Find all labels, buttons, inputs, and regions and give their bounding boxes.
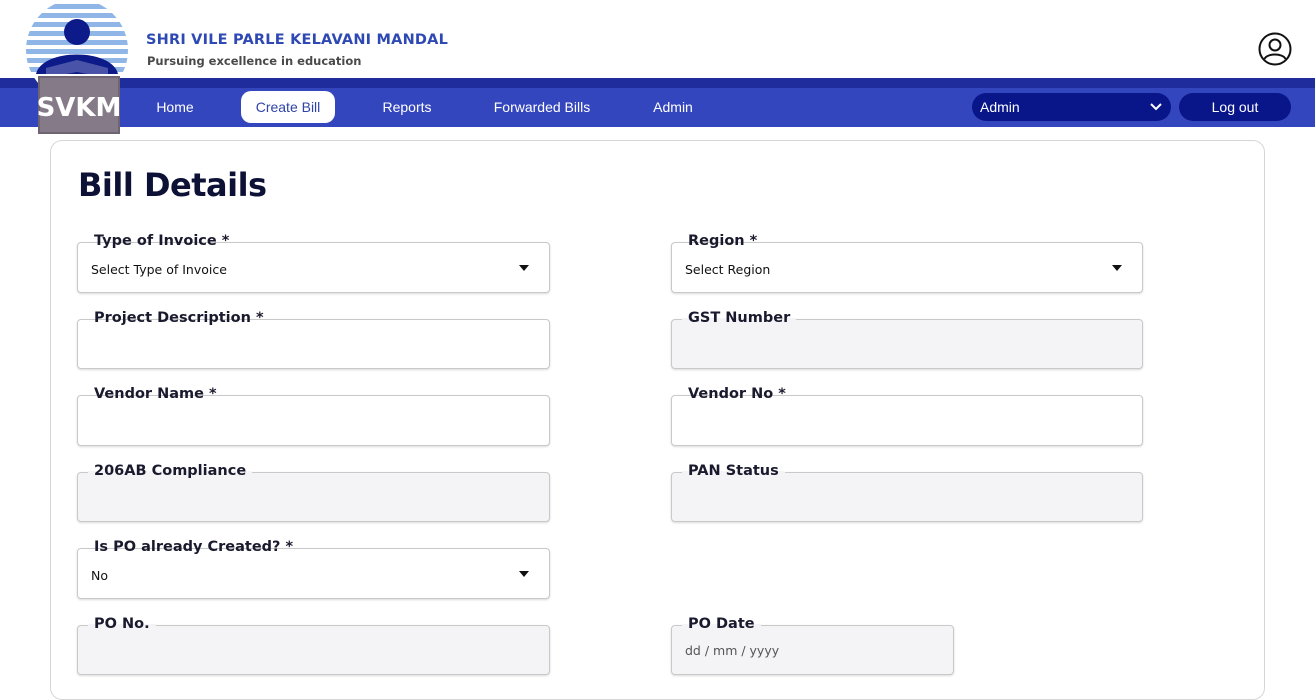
caret-down-icon bbox=[519, 571, 529, 577]
vendor-no-input[interactable]: Vendor No * bbox=[671, 386, 1143, 446]
project-description-input[interactable]: Project Description * bbox=[77, 310, 550, 369]
caret-down-icon bbox=[1112, 265, 1122, 271]
page-title: Bill Details bbox=[78, 166, 267, 204]
type-of-invoice-value: Select Type of Invoice bbox=[91, 262, 227, 277]
org-title: SHRI VILE PARLE KELAVANI MANDAL bbox=[146, 32, 449, 48]
region-value: Select Region bbox=[685, 262, 771, 277]
role-select-value: Admin bbox=[980, 99, 1020, 115]
po-no-label: PO No. bbox=[88, 616, 156, 632]
vendor-name-label: Vendor Name * bbox=[88, 386, 223, 402]
type-of-invoice-select[interactable]: Type of Invoice * Select Type of Invoice bbox=[77, 233, 550, 293]
compliance-206ab-field: 206AB Compliance bbox=[77, 463, 550, 522]
vendor-name-input[interactable]: Vendor Name * bbox=[77, 386, 550, 446]
svkm-logo: SVKM bbox=[26, 2, 128, 134]
po-created-value: No bbox=[91, 568, 108, 583]
gst-number-label: GST Number bbox=[682, 310, 797, 326]
vendor-no-label: Vendor No * bbox=[682, 386, 792, 402]
user-icon[interactable] bbox=[1258, 32, 1292, 66]
po-created-select[interactable]: Is PO already Created? * No bbox=[77, 539, 550, 599]
role-select[interactable]: Admin bbox=[972, 93, 1171, 121]
type-of-invoice-label: Type of Invoice * bbox=[88, 233, 236, 249]
gst-number-field: GST Number bbox=[671, 310, 1143, 369]
logout-button[interactable]: Log out bbox=[1179, 93, 1291, 121]
po-date-label: PO Date bbox=[682, 616, 761, 632]
compliance-206ab-label: 206AB Compliance bbox=[88, 463, 253, 479]
caret-down-icon bbox=[519, 265, 529, 271]
org-tagline: Pursuing excellence in education bbox=[147, 54, 362, 68]
chevron-down-icon bbox=[1150, 103, 1162, 111]
po-date-value: dd / mm / yyyy bbox=[685, 643, 780, 658]
po-created-label: Is PO already Created? * bbox=[88, 539, 300, 555]
nav-home[interactable]: Home bbox=[140, 91, 210, 123]
nav-forwarded-bills[interactable]: Forwarded Bills bbox=[482, 91, 602, 123]
nav-reports[interactable]: Reports bbox=[368, 91, 446, 123]
project-description-label: Project Description * bbox=[88, 310, 270, 326]
nav-create-bill[interactable]: Create Bill bbox=[241, 91, 335, 123]
pan-status-label: PAN Status bbox=[682, 463, 785, 479]
region-select[interactable]: Region * Select Region bbox=[671, 233, 1143, 293]
region-label: Region * bbox=[682, 233, 764, 249]
po-date-field[interactable]: PO Date dd / mm / yyyy bbox=[671, 616, 954, 675]
logo-text: SVKM bbox=[37, 93, 122, 123]
nav-admin[interactable]: Admin bbox=[640, 91, 706, 123]
pan-status-field: PAN Status bbox=[671, 463, 1143, 522]
po-no-field: PO No. bbox=[77, 616, 550, 675]
